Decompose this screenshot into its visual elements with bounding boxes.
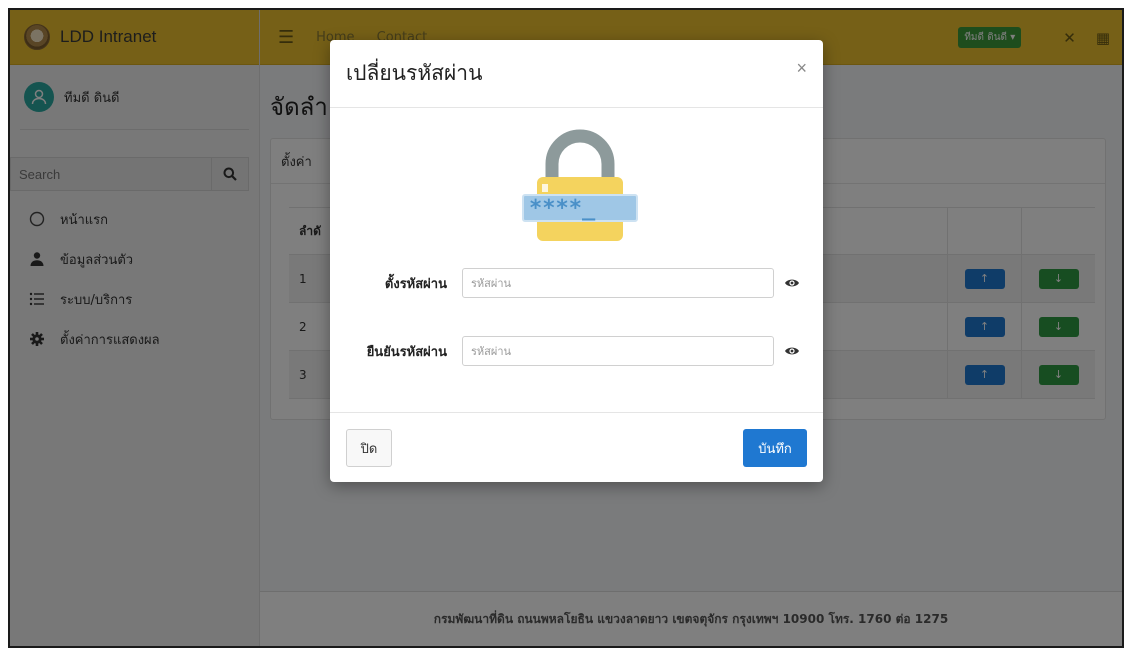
close-button[interactable]: ปิด bbox=[346, 429, 392, 467]
new-password-row: ตั้งรหัสผ่าน รหัสผ่าน bbox=[330, 268, 823, 298]
save-button[interactable]: บันทึก bbox=[743, 429, 807, 467]
eye-icon[interactable] bbox=[784, 275, 800, 291]
close-icon[interactable]: × bbox=[796, 58, 807, 79]
confirm-password-row: ยืนยันรหัสผ่าน รหัสผ่าน bbox=[330, 336, 823, 366]
confirm-password-input[interactable]: รหัสผ่าน bbox=[462, 336, 774, 366]
modal-title: เปลี่ยนรหัสผ่าน bbox=[346, 61, 483, 85]
new-password-input[interactable]: รหัสผ่าน bbox=[462, 268, 774, 298]
modal-footer: ปิด บันทึก bbox=[330, 412, 823, 482]
confirm-password-label: ยืนยันรหัสผ่าน bbox=[366, 344, 447, 360]
new-password-label: ตั้งรหัสผ่าน bbox=[384, 276, 447, 292]
lock-icon: ****_ bbox=[522, 129, 638, 241]
lock-password-text: ****_ bbox=[529, 196, 596, 221]
modal-header: เปลี่ยนรหัสผ่าน bbox=[330, 40, 823, 108]
change-password-modal: เปลี่ยนรหัสผ่าน × ****_ ตั้งรหัสผ่าน รหั… bbox=[330, 40, 823, 482]
app-window: LDD Intranet ทีมดี ดินดี bbox=[8, 8, 1124, 648]
eye-icon[interactable] bbox=[784, 343, 800, 359]
